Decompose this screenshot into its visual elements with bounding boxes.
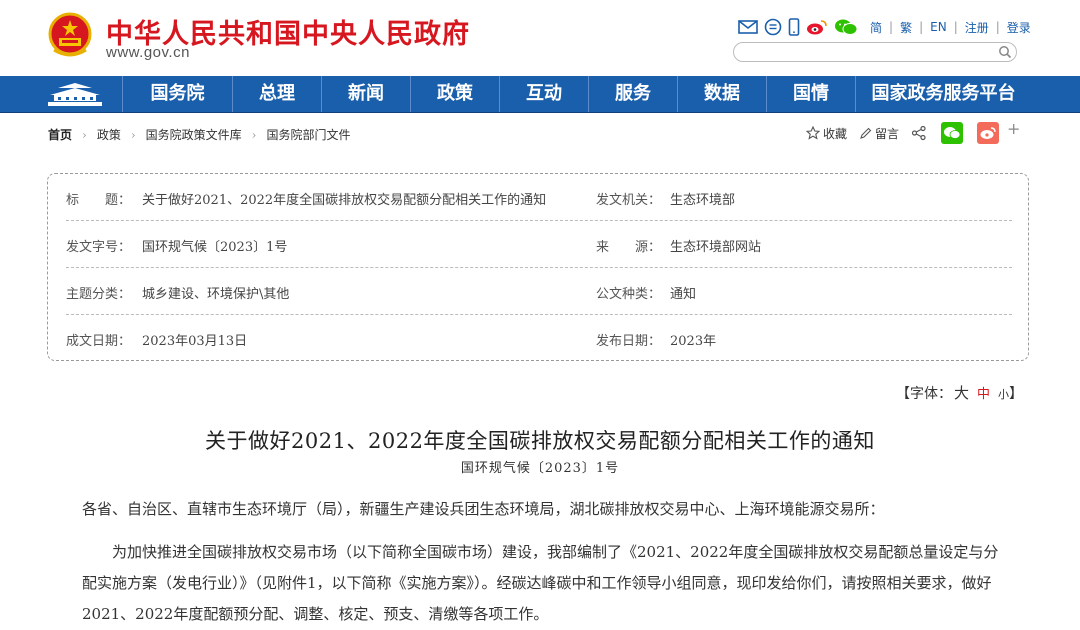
share-icon[interactable] <box>911 125 927 141</box>
register-link[interactable]: 注册 <box>965 19 989 36</box>
wechat-share-button[interactable] <box>941 122 964 144</box>
nav-item-services[interactable]: 服务 <box>588 76 677 112</box>
breadcrumb: 首页 › 政策 › 国务院政策文件库 › 国务院部门文件 <box>48 126 351 143</box>
pencil-icon <box>860 127 872 139</box>
weibo-icon[interactable] <box>806 18 828 36</box>
chevron-right-icon: › <box>82 127 87 142</box>
breadcrumb-department-files[interactable]: 国务院部门文件 <box>266 126 350 143</box>
tiananmen-home-icon[interactable] <box>44 82 106 108</box>
wechat-icon[interactable] <box>834 18 858 36</box>
site-header: 中华人民共和国中央人民政府 www.gov.cn 简 | 繁 | EN | 注册… <box>0 0 1080 76</box>
traditional-link[interactable]: 繁 <box>900 19 912 36</box>
info-value: 生态环境部网站 <box>670 240 762 255</box>
breadcrumb-policy-library[interactable]: 国务院政策文件库 <box>146 126 242 143</box>
info-value: 国环规气候〔2023〕1号 <box>142 240 288 255</box>
nav-item-policy[interactable]: 政策 <box>410 76 499 112</box>
info-value: 通知 <box>670 287 697 302</box>
search-input[interactable] <box>744 45 994 63</box>
breadcrumb-home[interactable]: 首页 <box>48 126 72 143</box>
nav-item-news[interactable]: 新闻 <box>321 76 410 112</box>
nav-items: 国务院 总理 新闻 政策 互动 服务 数据 国情 国家政务服务平台 <box>122 76 1031 112</box>
wechat-icon <box>944 127 961 139</box>
comment-label: 留言 <box>875 126 900 141</box>
info-key: 来 源： <box>596 240 662 255</box>
nav-item-service-platform[interactable]: 国家政务服务平台 <box>855 76 1031 112</box>
mail-icon[interactable] <box>738 19 758 35</box>
nav-item-national-info[interactable]: 国情 <box>766 76 855 112</box>
comment-button[interactable]: 留言 <box>859 125 899 142</box>
simplified-link[interactable]: 简 <box>870 19 882 36</box>
article-title: 关于做好2021、2022年度全国碳排放权交易配额分配相关工作的通知 <box>205 429 875 453</box>
article-actions: 收藏 留言 + <box>806 119 1020 144</box>
document-info-box: 标 题： 关于做好2021、2022年度全国碳排放权交易配额分配相关工作的通知 … <box>47 173 1029 361</box>
login-link[interactable]: 登录 <box>1007 19 1031 36</box>
font-size-end: 】 <box>1009 386 1024 402</box>
font-size-control: 【字体：大中小】 <box>896 382 1023 403</box>
info-key: 发文机关： <box>596 193 662 208</box>
search-box <box>733 42 1017 63</box>
info-value: 城乡建设、环境保护\其他 <box>142 287 290 302</box>
weibo-share-button[interactable] <box>977 122 1000 144</box>
info-row: 标 题： 关于做好2021、2022年度全国碳排放权交易配额分配相关工作的通知 … <box>66 174 1012 221</box>
english-link[interactable]: EN <box>930 20 947 34</box>
info-row: 发文字号： 国环规气候〔2023〕1号 来 源： 生态环境部网站 <box>66 221 1012 268</box>
message-icon[interactable] <box>764 18 782 36</box>
article-paragraph: 各省、自治区、直辖市生态环境厅（局），新疆生产建设兵团生态环境局，湖北碳排放权交… <box>82 500 885 518</box>
main-nav: 国务院 总理 新闻 政策 互动 服务 数据 国情 国家政务服务平台 <box>0 76 1080 113</box>
national-emblem-icon[interactable] <box>48 12 92 60</box>
favorite-label: 收藏 <box>823 126 848 141</box>
nav-item-state-council[interactable]: 国务院 <box>122 76 232 112</box>
star-icon <box>806 126 820 140</box>
info-value: 生态环境部 <box>670 193 736 208</box>
weibo-icon <box>980 127 996 139</box>
document-number: 国环规气候〔2023〕1号 <box>460 461 620 476</box>
font-size-medium[interactable]: 中 <box>977 387 990 402</box>
site-domain: www.gov.cn <box>106 44 190 61</box>
article-paragraph: 为加快推进全国碳排放权交易市场（以下简称全国碳市场）建设，我部编制了《2021、… <box>82 543 999 623</box>
favorite-button[interactable]: 收藏 <box>806 125 847 142</box>
breadcrumb-policy[interactable]: 政策 <box>97 126 121 143</box>
info-value: 2023年 <box>670 334 717 349</box>
info-key: 发布日期： <box>596 334 662 349</box>
font-size-large[interactable]: 大 <box>954 384 969 402</box>
nav-item-premier[interactable]: 总理 <box>232 76 321 112</box>
language-login-links: 简 | 繁 | EN | 注册 | 登录 <box>870 19 1031 36</box>
info-key: 发文字号： <box>66 240 132 255</box>
nav-item-data[interactable]: 数据 <box>677 76 766 112</box>
info-key: 成文日期： <box>66 334 132 349</box>
more-share-button[interactable]: + <box>1007 119 1020 138</box>
chevron-right-icon: › <box>251 127 257 142</box>
chevron-right-icon: › <box>130 127 136 142</box>
font-size-small[interactable]: 小 <box>998 388 1009 401</box>
info-row: 成文日期： 2023年03月13日 发布日期： 2023年 <box>66 315 1012 361</box>
info-key: 主题分类： <box>66 287 132 302</box>
info-value: 关于做好2021、2022年度全国碳排放权交易配额分配相关工作的通知 <box>142 193 547 208</box>
info-key: 公文种类： <box>596 287 662 302</box>
mobile-icon[interactable] <box>788 18 800 36</box>
search-icon[interactable] <box>998 45 1012 59</box>
font-size-label: 【字体： <box>896 386 952 402</box>
info-key: 标 题： <box>66 193 132 208</box>
top-toolbar: 简 | 繁 | EN | 注册 | 登录 <box>738 15 1031 39</box>
nav-item-interaction[interactable]: 互动 <box>499 76 588 112</box>
info-value: 2023年03月13日 <box>142 334 248 349</box>
info-row: 主题分类： 城乡建设、环境保护\其他 公文种类： 通知 <box>66 268 1012 315</box>
